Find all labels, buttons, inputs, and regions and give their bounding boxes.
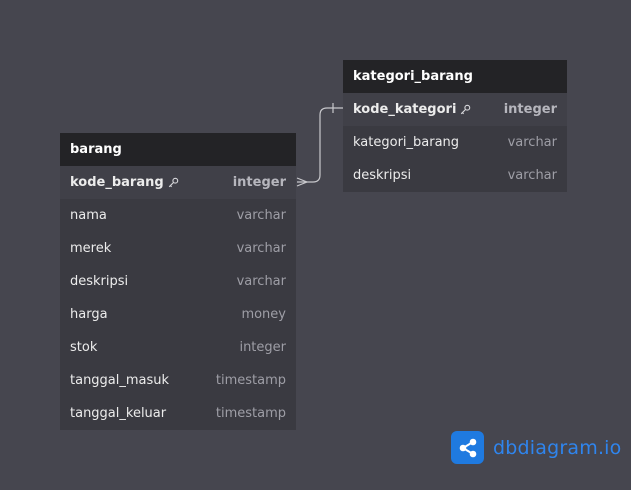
column-row-merek[interactable]: merek varchar	[60, 232, 296, 265]
column-type: varchar	[236, 274, 286, 289]
column-type: integer	[232, 175, 286, 190]
column-name: deskripsi	[70, 274, 128, 289]
column-name-text: stok	[70, 340, 98, 355]
column-type: integer	[239, 340, 286, 355]
column-row-kode-kategori[interactable]: kode_kategori integer	[343, 93, 567, 126]
column-name: harga	[70, 307, 108, 322]
table-header-barang[interactable]: barang	[60, 133, 296, 166]
column-row-harga[interactable]: harga money	[60, 298, 296, 331]
share-icon	[451, 431, 484, 464]
primary-key-icon	[460, 104, 471, 115]
column-name: merek	[70, 241, 111, 256]
column-name: tanggal_keluar	[70, 406, 166, 421]
column-row-deskripsi[interactable]: deskripsi varchar	[60, 265, 296, 298]
primary-key-icon	[168, 177, 179, 188]
column-row-kategori-barang[interactable]: kategori_barang varchar	[343, 126, 567, 159]
table-barang[interactable]: barang kode_barang integer nama varchar mere…	[60, 133, 296, 430]
column-name: kategori_barang	[353, 135, 459, 150]
column-type: integer	[503, 102, 557, 117]
table-title: kategori_barang	[353, 69, 473, 84]
column-name-text: kategori_barang	[353, 135, 460, 150]
brand-name: dbdiagram.io	[493, 437, 621, 459]
brand-name-main: dbdiagram	[493, 436, 598, 459]
column-type: varchar	[236, 241, 286, 256]
column-name-text: merek	[70, 241, 112, 256]
relationship-line[interactable]	[297, 107, 343, 183]
column-name-text: tanggal_keluar	[70, 406, 167, 421]
column-name-text: deskripsi	[70, 274, 129, 289]
column-row-tanggal-keluar[interactable]: tanggal_keluar timestamp	[60, 397, 296, 430]
column-type: varchar	[507, 135, 557, 150]
column-name-text: kode_kategori	[353, 102, 457, 117]
column-name: tanggal_masuk	[70, 373, 169, 388]
table-title: barang	[70, 142, 122, 157]
column-name-text: harga	[70, 307, 108, 322]
column-type: varchar	[507, 168, 557, 183]
dbdiagram-brand[interactable]: dbdiagram.io	[451, 431, 621, 464]
column-name-text: deskripsi	[353, 168, 412, 183]
column-name-text: tanggal_masuk	[70, 373, 170, 388]
column-name: stok	[70, 340, 97, 355]
column-name: kode_barang	[70, 175, 179, 190]
column-type: money	[241, 307, 286, 322]
column-type: timestamp	[215, 373, 286, 388]
table-kategori-barang[interactable]: kategori_barang kode_kategori integer kate…	[343, 60, 567, 192]
column-name: nama	[70, 208, 107, 223]
column-row-kode-barang[interactable]: kode_barang integer	[60, 166, 296, 199]
column-type: timestamp	[215, 406, 286, 421]
column-row-stok[interactable]: stok integer	[60, 331, 296, 364]
column-row-tanggal-masuk[interactable]: tanggal_masuk timestamp	[60, 364, 296, 397]
column-list: kode_barang integer nama varchar merek varcha…	[60, 166, 296, 430]
column-type: varchar	[236, 208, 286, 223]
column-name-text: kode_barang	[70, 175, 164, 190]
column-row-deskripsi[interactable]: deskripsi varchar	[343, 159, 567, 192]
column-name: deskripsi	[353, 168, 411, 183]
brand-tld: .io	[597, 436, 622, 459]
column-name: kode_kategori	[353, 102, 471, 117]
table-header-kategori-barang[interactable]: kategori_barang	[343, 60, 567, 93]
column-name-text: nama	[70, 208, 107, 223]
column-row-nama[interactable]: nama varchar	[60, 199, 296, 232]
column-list: kode_kategori integer kategori_barang varch…	[343, 93, 567, 192]
